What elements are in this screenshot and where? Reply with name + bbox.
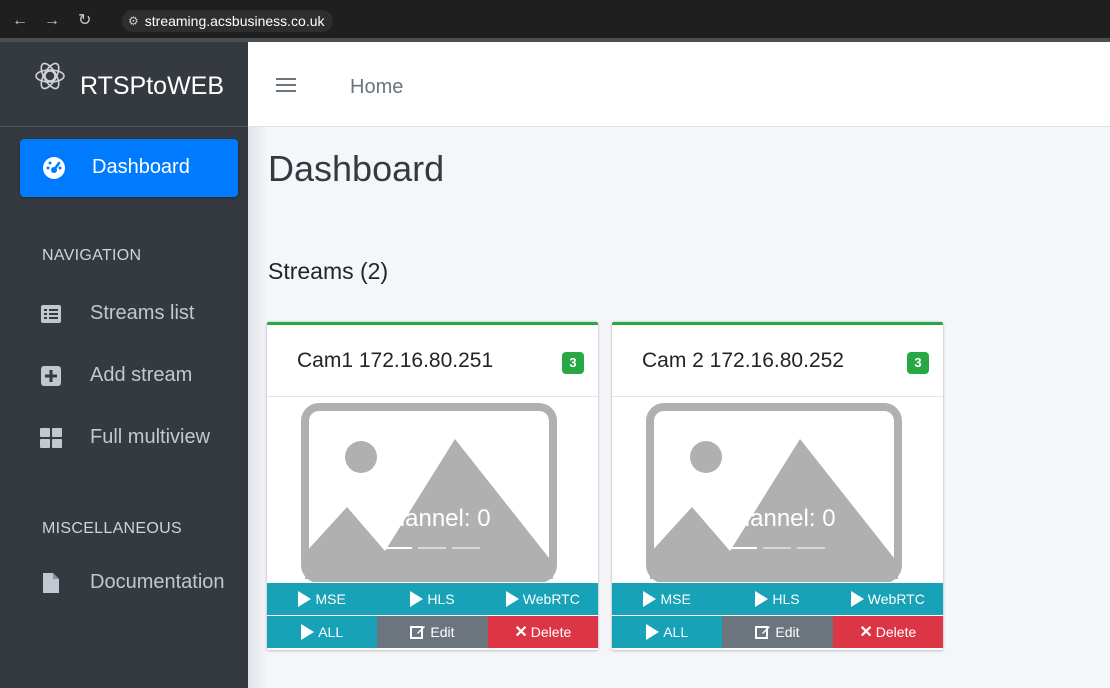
play-icon (410, 591, 424, 607)
plus-square-icon (41, 366, 61, 386)
hls-button[interactable]: HLS (722, 583, 833, 615)
play-icon (850, 591, 864, 607)
play-icon (301, 624, 315, 640)
menu-icon[interactable] (276, 78, 296, 92)
channel-label: Channel: 0 (719, 505, 836, 532)
play-icon (755, 591, 769, 607)
sidebar-item-streams-list[interactable]: Streams list (20, 291, 240, 337)
stream-preview[interactable]: Channel: 0 (612, 397, 943, 582)
logo-icon (35, 62, 65, 90)
brand-name: RTSPtoWEB (80, 72, 225, 100)
home-link[interactable]: Home (350, 76, 403, 99)
file-icon (43, 573, 59, 593)
webrtc-button[interactable]: WebRTC (487, 583, 598, 615)
card-header: Cam 2 172.16.80.252 3 (612, 325, 943, 397)
edit-icon (755, 626, 771, 639)
delete-button[interactable]: ✕ Delete (832, 616, 943, 648)
play-icon (646, 624, 660, 640)
play-icon (298, 591, 312, 607)
arrow-left-icon[interactable]: ← (12, 11, 28, 31)
stream-card: Cam 2 172.16.80.252 3 Channel: 0 MSE HLS… (612, 322, 943, 650)
sidebar-item-label: Add stream (90, 364, 193, 386)
play-icon (643, 591, 657, 607)
sidebar-item-full-multiview[interactable]: Full multiview (20, 415, 240, 461)
streams-heading: Streams (2) (268, 258, 389, 284)
card-header: Cam1 172.16.80.251 3 (267, 325, 598, 397)
list-icon (41, 305, 61, 323)
all-button[interactable]: ALL (267, 616, 378, 648)
reload-icon[interactable]: ↻ (78, 11, 91, 31)
edit-button[interactable]: Edit (377, 616, 488, 648)
brand-link[interactable]: RTSPtoWEB (0, 42, 248, 127)
site-settings-icon[interactable]: ⚙ (128, 14, 139, 28)
action-buttons-row: ALL Edit ✕ Delete (612, 616, 943, 648)
mse-button[interactable]: MSE (612, 583, 723, 615)
play-icon (505, 591, 519, 607)
stream-name: Cam 2 172.16.80.252 (642, 349, 844, 372)
action-buttons-row: ALL Edit ✕ Delete (267, 616, 598, 648)
hls-button[interactable]: HLS (377, 583, 488, 615)
play-buttons-row: MSE HLS WebRTC (612, 583, 943, 615)
edit-icon (410, 626, 426, 639)
nav-header-navigation: NAVIGATION (42, 247, 142, 264)
image-placeholder-icon (301, 403, 557, 582)
stream-card: Cam1 172.16.80.251 3 Channel: 0 MSE HLS … (267, 322, 598, 650)
carousel-indicators[interactable] (384, 547, 484, 551)
top-navbar: Home (248, 42, 1110, 127)
sidebar-item-add-stream[interactable]: Add stream (20, 353, 240, 399)
address-bar[interactable]: ⚙ streaming.acsbusiness.co.uk (122, 10, 333, 32)
th-large-icon (40, 428, 62, 448)
tachometer-icon (43, 157, 65, 179)
delete-button[interactable]: ✕ Delete (487, 616, 598, 648)
sidebar-item-documentation[interactable]: Documentation (20, 560, 240, 606)
carousel-indicators[interactable] (729, 547, 829, 551)
browser-toolbar: ← → ↻ ⚙ streaming.acsbusiness.co.uk (0, 0, 1110, 42)
sidebar-item-label: Full multiview (90, 426, 211, 448)
stream-preview[interactable]: Channel: 0 (267, 397, 598, 582)
url-text[interactable]: streaming.acsbusiness.co.uk (145, 13, 325, 29)
sidebar-item-dashboard[interactable]: Dashboard (20, 139, 238, 197)
sidebar-item-label: Streams list (90, 302, 195, 324)
channel-count-badge: 3 (562, 352, 584, 374)
image-placeholder-icon (646, 403, 902, 582)
sidebar-item-label: Documentation (90, 571, 225, 593)
play-buttons-row: MSE HLS WebRTC (267, 583, 598, 615)
times-icon: ✕ (859, 624, 873, 641)
arrow-right-icon[interactable]: → (44, 11, 60, 31)
webrtc-button[interactable]: WebRTC (832, 583, 943, 615)
page-title: Dashboard (268, 148, 445, 189)
sidebar: RTSPtoWEB Dashboard NAVIGATION Streams l… (0, 42, 248, 688)
mse-button[interactable]: MSE (267, 583, 378, 615)
all-button[interactable]: ALL (612, 616, 723, 648)
stream-name: Cam1 172.16.80.251 (297, 349, 494, 372)
channel-count-badge: 3 (907, 352, 929, 374)
sidebar-shadow (248, 42, 268, 688)
sidebar-item-label: Dashboard (92, 156, 190, 178)
edit-button[interactable]: Edit (722, 616, 833, 648)
nav-header-miscellaneous: MISCELLANEOUS (42, 520, 182, 537)
channel-label: Channel: 0 (374, 505, 491, 532)
times-icon: ✕ (514, 624, 528, 641)
